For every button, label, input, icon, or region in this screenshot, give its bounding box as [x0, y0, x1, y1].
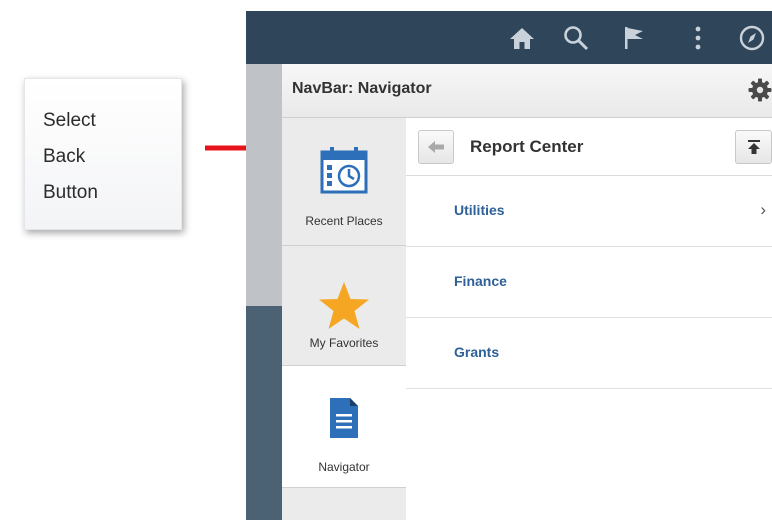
background-strip-dark	[246, 306, 282, 520]
callout-text: Select Back Button	[43, 110, 98, 203]
tile-placeholder	[282, 488, 406, 520]
scroll-to-top-button[interactable]	[735, 130, 772, 164]
compass-icon[interactable]	[738, 24, 766, 52]
recent-places-icon	[320, 147, 368, 194]
list-item-utilities[interactable]: Utilities ›	[406, 176, 772, 247]
home-icon[interactable]	[508, 24, 536, 52]
tile-label-recent-places: Recent Places	[305, 214, 383, 228]
tile-navigator[interactable]: Navigator	[282, 366, 406, 488]
navigator-document-icon	[330, 398, 358, 438]
background-strip	[246, 64, 282, 306]
instruction-callout: Select Back Button	[24, 78, 182, 230]
list-item-label: Utilities	[454, 202, 505, 218]
list-item-label: Grants	[454, 344, 500, 360]
list-item-grants[interactable]: Grants	[406, 318, 772, 389]
list-item-finance[interactable]: Finance	[406, 247, 772, 318]
tile-label-my-favorites: My Favorites	[309, 336, 379, 350]
gear-icon[interactable]	[748, 78, 772, 102]
content-title: Report Center	[470, 137, 584, 156]
flag-icon[interactable]	[620, 24, 648, 52]
list-item-label: Finance	[454, 273, 507, 289]
tile-my-favorites[interactable]: My Favorites	[282, 246, 406, 366]
tile-label-navigator: Navigator	[318, 460, 370, 474]
navbar-title: NavBar: Navigator	[292, 80, 432, 97]
star-icon	[319, 282, 369, 329]
search-icon[interactable]	[562, 24, 590, 52]
more-vertical-icon[interactable]	[684, 24, 712, 52]
back-button[interactable]	[418, 130, 454, 164]
scroll-top-icon	[747, 140, 760, 154]
tile-recent-places[interactable]: Recent Places	[282, 118, 406, 246]
arrow-left-icon	[428, 141, 444, 153]
chevron-right-icon: ›	[760, 200, 766, 219]
content-header	[406, 118, 772, 176]
